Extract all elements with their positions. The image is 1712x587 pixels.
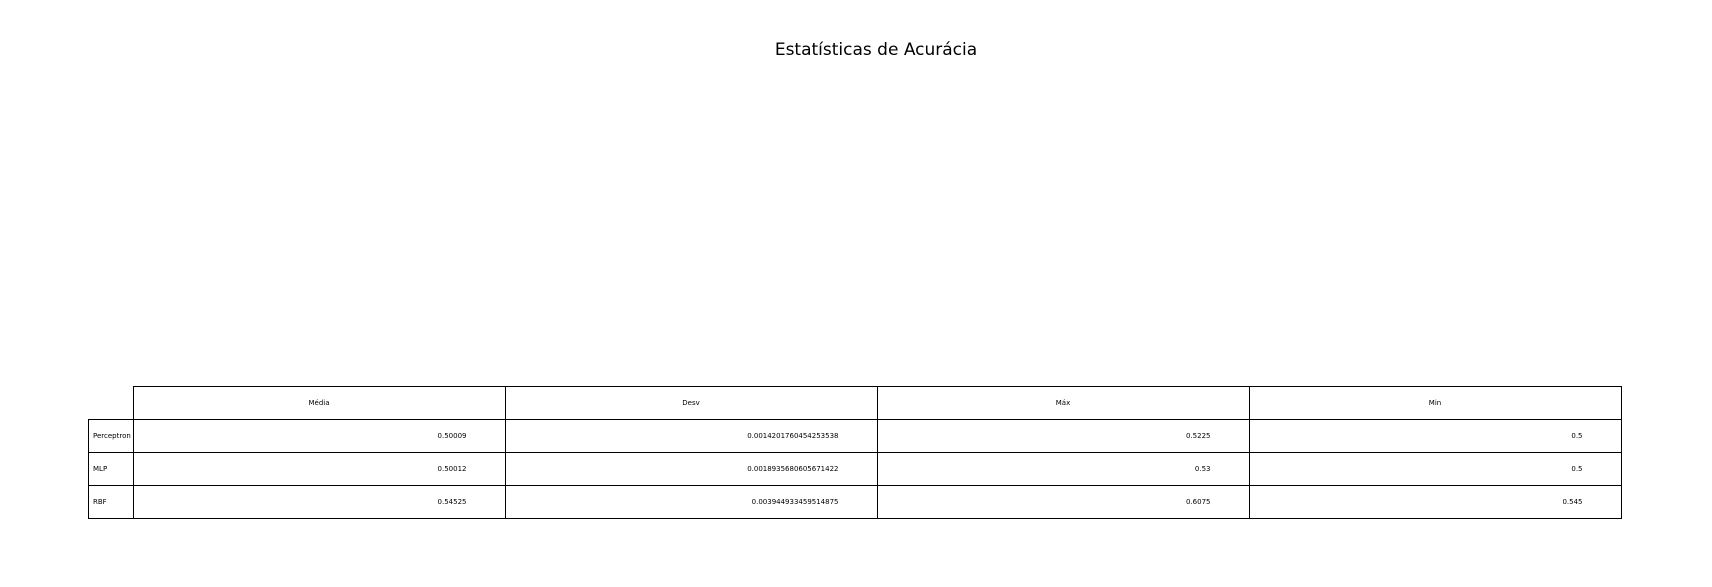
cell-rbf-max: 0.6075 xyxy=(876,485,1250,519)
cell-mlp-media: 0.50012 xyxy=(132,452,506,486)
cell-mlp-min: 0.5 xyxy=(1248,452,1622,486)
table-row: RBF 0.54525 0.003944933459514875 0.6075 … xyxy=(88,485,1622,519)
cell-rbf-min: 0.545 xyxy=(1248,485,1622,519)
table-row: Perceptron 0.50009 0.0014201760454253538… xyxy=(88,419,1622,453)
cell-mlp-max: 0.53 xyxy=(876,452,1250,486)
column-header-max: Máx xyxy=(876,386,1250,420)
column-header-desv: Desv xyxy=(504,386,878,420)
cell-rbf-media: 0.54525 xyxy=(132,485,506,519)
cell-perceptron-media: 0.50009 xyxy=(132,419,506,453)
table-row: MLP 0.50012 0.0018935680605671422 0.53 0… xyxy=(88,452,1622,486)
chart-title: Estatísticas de Acurácia xyxy=(774,40,978,60)
cell-rbf-desv: 0.003944933459514875 xyxy=(504,485,878,519)
row-header-mlp: MLP xyxy=(88,452,134,486)
row-header-perceptron: Perceptron xyxy=(88,419,134,453)
cell-perceptron-max: 0.5225 xyxy=(876,419,1250,453)
column-header-media: Média xyxy=(132,386,506,420)
header-row: Média Desv Máx Min xyxy=(89,386,1622,420)
row-header-rbf: RBF xyxy=(88,485,134,519)
column-header-min: Min xyxy=(1248,386,1622,420)
table-corner-cell xyxy=(89,387,134,420)
accuracy-stats-table: Média Desv Máx Min Perceptron 0.50009 0.… xyxy=(88,386,1622,519)
cell-mlp-desv: 0.0018935680605671422 xyxy=(504,452,878,486)
cell-perceptron-min: 0.5 xyxy=(1248,419,1622,453)
cell-perceptron-desv: 0.0014201760454253538 xyxy=(504,419,878,453)
